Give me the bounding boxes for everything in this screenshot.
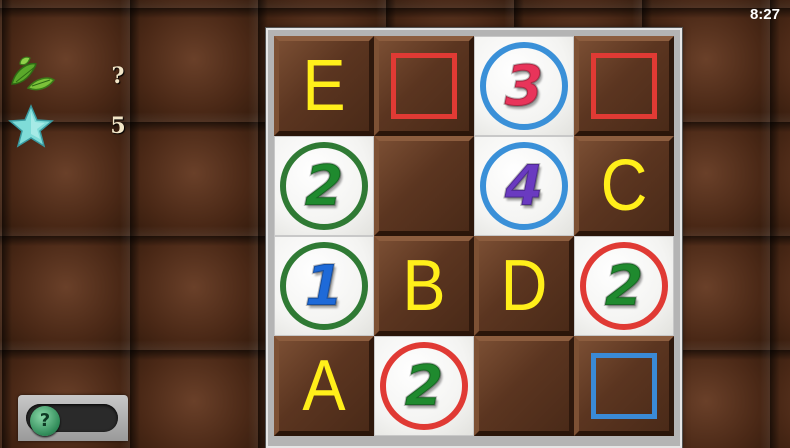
cell-letter: E [302,46,346,126]
stars-counter: 5 [6,104,126,148]
star-icon [6,104,56,148]
board-cell-r4-c2[interactable]: 2 [374,336,474,436]
board-cell-r3-c1[interactable]: 1 [274,236,374,336]
help-icon: ? [30,406,60,436]
board-cell-r1-c1[interactable]: E [274,36,374,136]
cell-letter: A [302,346,346,426]
cell-number: 2 [604,253,645,320]
cell-number: 3 [504,53,545,120]
board-cell-r3-c3[interactable]: D [474,236,574,336]
cell-number: 1 [304,253,345,320]
leaf-icon [6,54,56,98]
board-cell-r2-c1[interactable]: 2 [274,136,374,236]
board-cell-r1-c2[interactable] [374,36,474,136]
board-cell-r3-c2[interactable]: B [374,236,474,336]
board-cell-r1-c3[interactable]: 3 [474,36,574,136]
hint-toggle[interactable]: ? [18,395,128,441]
board-cell-r1-c4[interactable] [574,36,674,136]
red-square-marker [591,53,657,119]
leaves-counter: ? [6,54,124,98]
cell-letter: C [600,146,648,226]
blue-square-marker [591,353,657,419]
board-cell-r2-c4[interactable]: C [574,136,674,236]
cell-letter: D [500,246,548,326]
hint-toggle-track: ? [26,404,118,436]
cell-letter: B [402,246,446,326]
board-cell-r3-c4[interactable]: 2 [574,236,674,336]
board-cell-r4-c4[interactable] [574,336,674,436]
cell-number: 2 [304,153,345,220]
cell-number: 4 [504,153,545,220]
stars-value: 5 [110,113,126,139]
board-cell-r4-c1[interactable]: A [274,336,374,436]
red-square-marker [391,53,457,119]
game-board: E324C1BD2A2 [266,28,682,448]
leaves-value: ? [111,63,125,89]
board-cell-r2-c2[interactable] [374,136,474,236]
board-grid: E324C1BD2A2 [274,36,674,436]
board-cell-r2-c3[interactable]: 4 [474,136,574,236]
cell-number: 2 [404,353,445,420]
clock: 8:27 [749,6,780,23]
board-cell-r4-c3[interactable] [474,336,574,436]
